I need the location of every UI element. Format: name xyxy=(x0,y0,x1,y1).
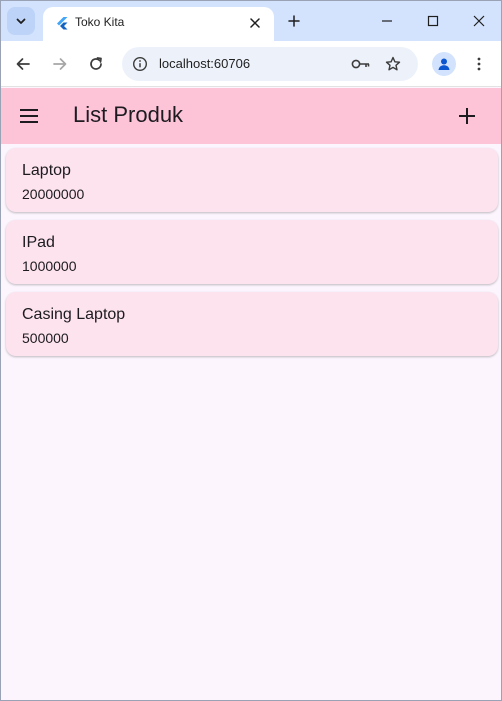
site-info-button[interactable] xyxy=(130,54,150,74)
reload-button[interactable] xyxy=(84,52,108,76)
profile-avatar[interactable] xyxy=(432,52,456,76)
bookmark-button[interactable] xyxy=(383,54,403,74)
flutter-icon xyxy=(57,17,68,30)
product-list: Laptop 20000000 IPad 1000000 Casing Lapt… xyxy=(6,148,498,364)
hamburger-menu-icon xyxy=(20,109,38,123)
active-tab[interactable]: Toko Kita xyxy=(43,7,274,41)
star-icon xyxy=(385,56,401,71)
minimize-icon xyxy=(382,20,392,22)
new-tab-button[interactable] xyxy=(284,11,304,31)
arrow-left-icon xyxy=(16,58,30,70)
plus-icon xyxy=(288,15,300,27)
person-icon xyxy=(438,58,450,70)
browser-window: Toko Kita localhost:60706 List Produk La… xyxy=(0,0,502,701)
plus-icon xyxy=(459,108,475,124)
menu-button[interactable] xyxy=(17,104,41,128)
product-card[interactable]: Laptop 20000000 xyxy=(6,148,498,212)
password-key-button[interactable] xyxy=(350,54,372,74)
back-button[interactable] xyxy=(11,52,35,76)
browser-toolbar: localhost:60706 xyxy=(1,41,501,87)
product-price: 1000000 xyxy=(22,258,77,274)
arrow-right-icon xyxy=(53,58,67,70)
add-product-button[interactable] xyxy=(455,104,479,128)
product-price: 500000 xyxy=(22,330,69,346)
tab-strip: Toko Kita xyxy=(1,1,501,41)
product-card[interactable]: IPad 1000000 xyxy=(6,220,498,284)
app-bar: List Produk xyxy=(1,88,501,144)
close-icon xyxy=(250,18,260,28)
page-title: List Produk xyxy=(73,102,184,127)
tab-close-button[interactable] xyxy=(246,14,264,32)
product-name: Laptop xyxy=(22,162,71,179)
tab-title: Toko Kita xyxy=(75,15,125,29)
forward-button[interactable] xyxy=(48,52,72,76)
maximize-button[interactable] xyxy=(421,9,445,33)
product-name: IPad xyxy=(22,234,55,251)
close-icon xyxy=(473,15,485,27)
tab-search-button[interactable] xyxy=(7,7,35,35)
chevron-down-icon xyxy=(16,18,26,24)
browser-menu-button[interactable] xyxy=(467,52,491,76)
product-name: Casing Laptop xyxy=(22,306,126,323)
info-icon xyxy=(132,56,148,72)
key-icon xyxy=(351,59,370,69)
window-close-button[interactable] xyxy=(467,9,491,33)
minimize-button[interactable] xyxy=(375,9,399,33)
url-text: localhost:60706 xyxy=(159,56,251,71)
maximize-icon xyxy=(427,15,439,27)
address-bar[interactable]: localhost:60706 xyxy=(122,47,418,81)
more-vertical-icon xyxy=(477,57,481,71)
product-price: 20000000 xyxy=(22,186,85,202)
product-card[interactable]: Casing Laptop 500000 xyxy=(6,292,498,356)
reload-icon xyxy=(90,57,102,70)
